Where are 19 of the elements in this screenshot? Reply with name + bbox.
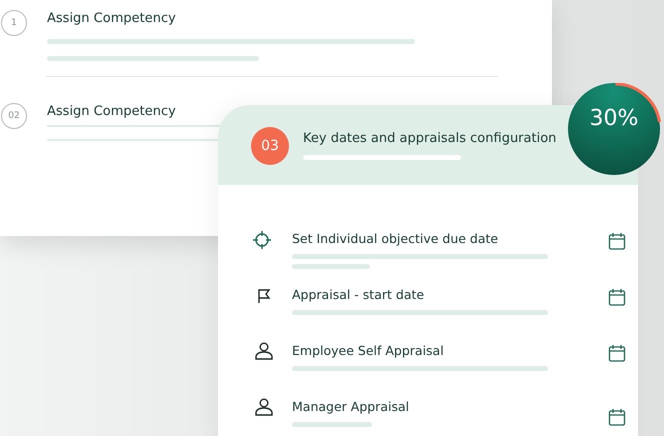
- date-label: Manager Appraisal: [292, 398, 410, 416]
- date-label: Employee Self Appraisal: [292, 342, 445, 360]
- step-title: Assign Competency: [47, 10, 177, 28]
- step-number-badge: 03: [251, 127, 289, 165]
- calendar-icon[interactable]: [608, 344, 626, 362]
- flag-icon: [257, 288, 271, 304]
- calendar-icon[interactable]: [608, 408, 626, 426]
- calendar-icon[interactable]: [608, 288, 626, 306]
- step-title: Assign Competency: [47, 103, 177, 121]
- step-number: 1: [1, 10, 27, 36]
- progress-badge: 30%: [568, 83, 660, 175]
- calendar-icon[interactable]: [608, 232, 626, 250]
- step-number: 02: [1, 103, 27, 129]
- person-icon: [254, 342, 274, 360]
- crosshair-icon: [252, 230, 272, 250]
- step-title: Key dates and appraisals configuration: [303, 130, 556, 148]
- person-icon: [254, 398, 274, 416]
- date-label: Set Individual objective due date: [292, 230, 500, 248]
- date-label: Appraisal - start date: [292, 286, 426, 304]
